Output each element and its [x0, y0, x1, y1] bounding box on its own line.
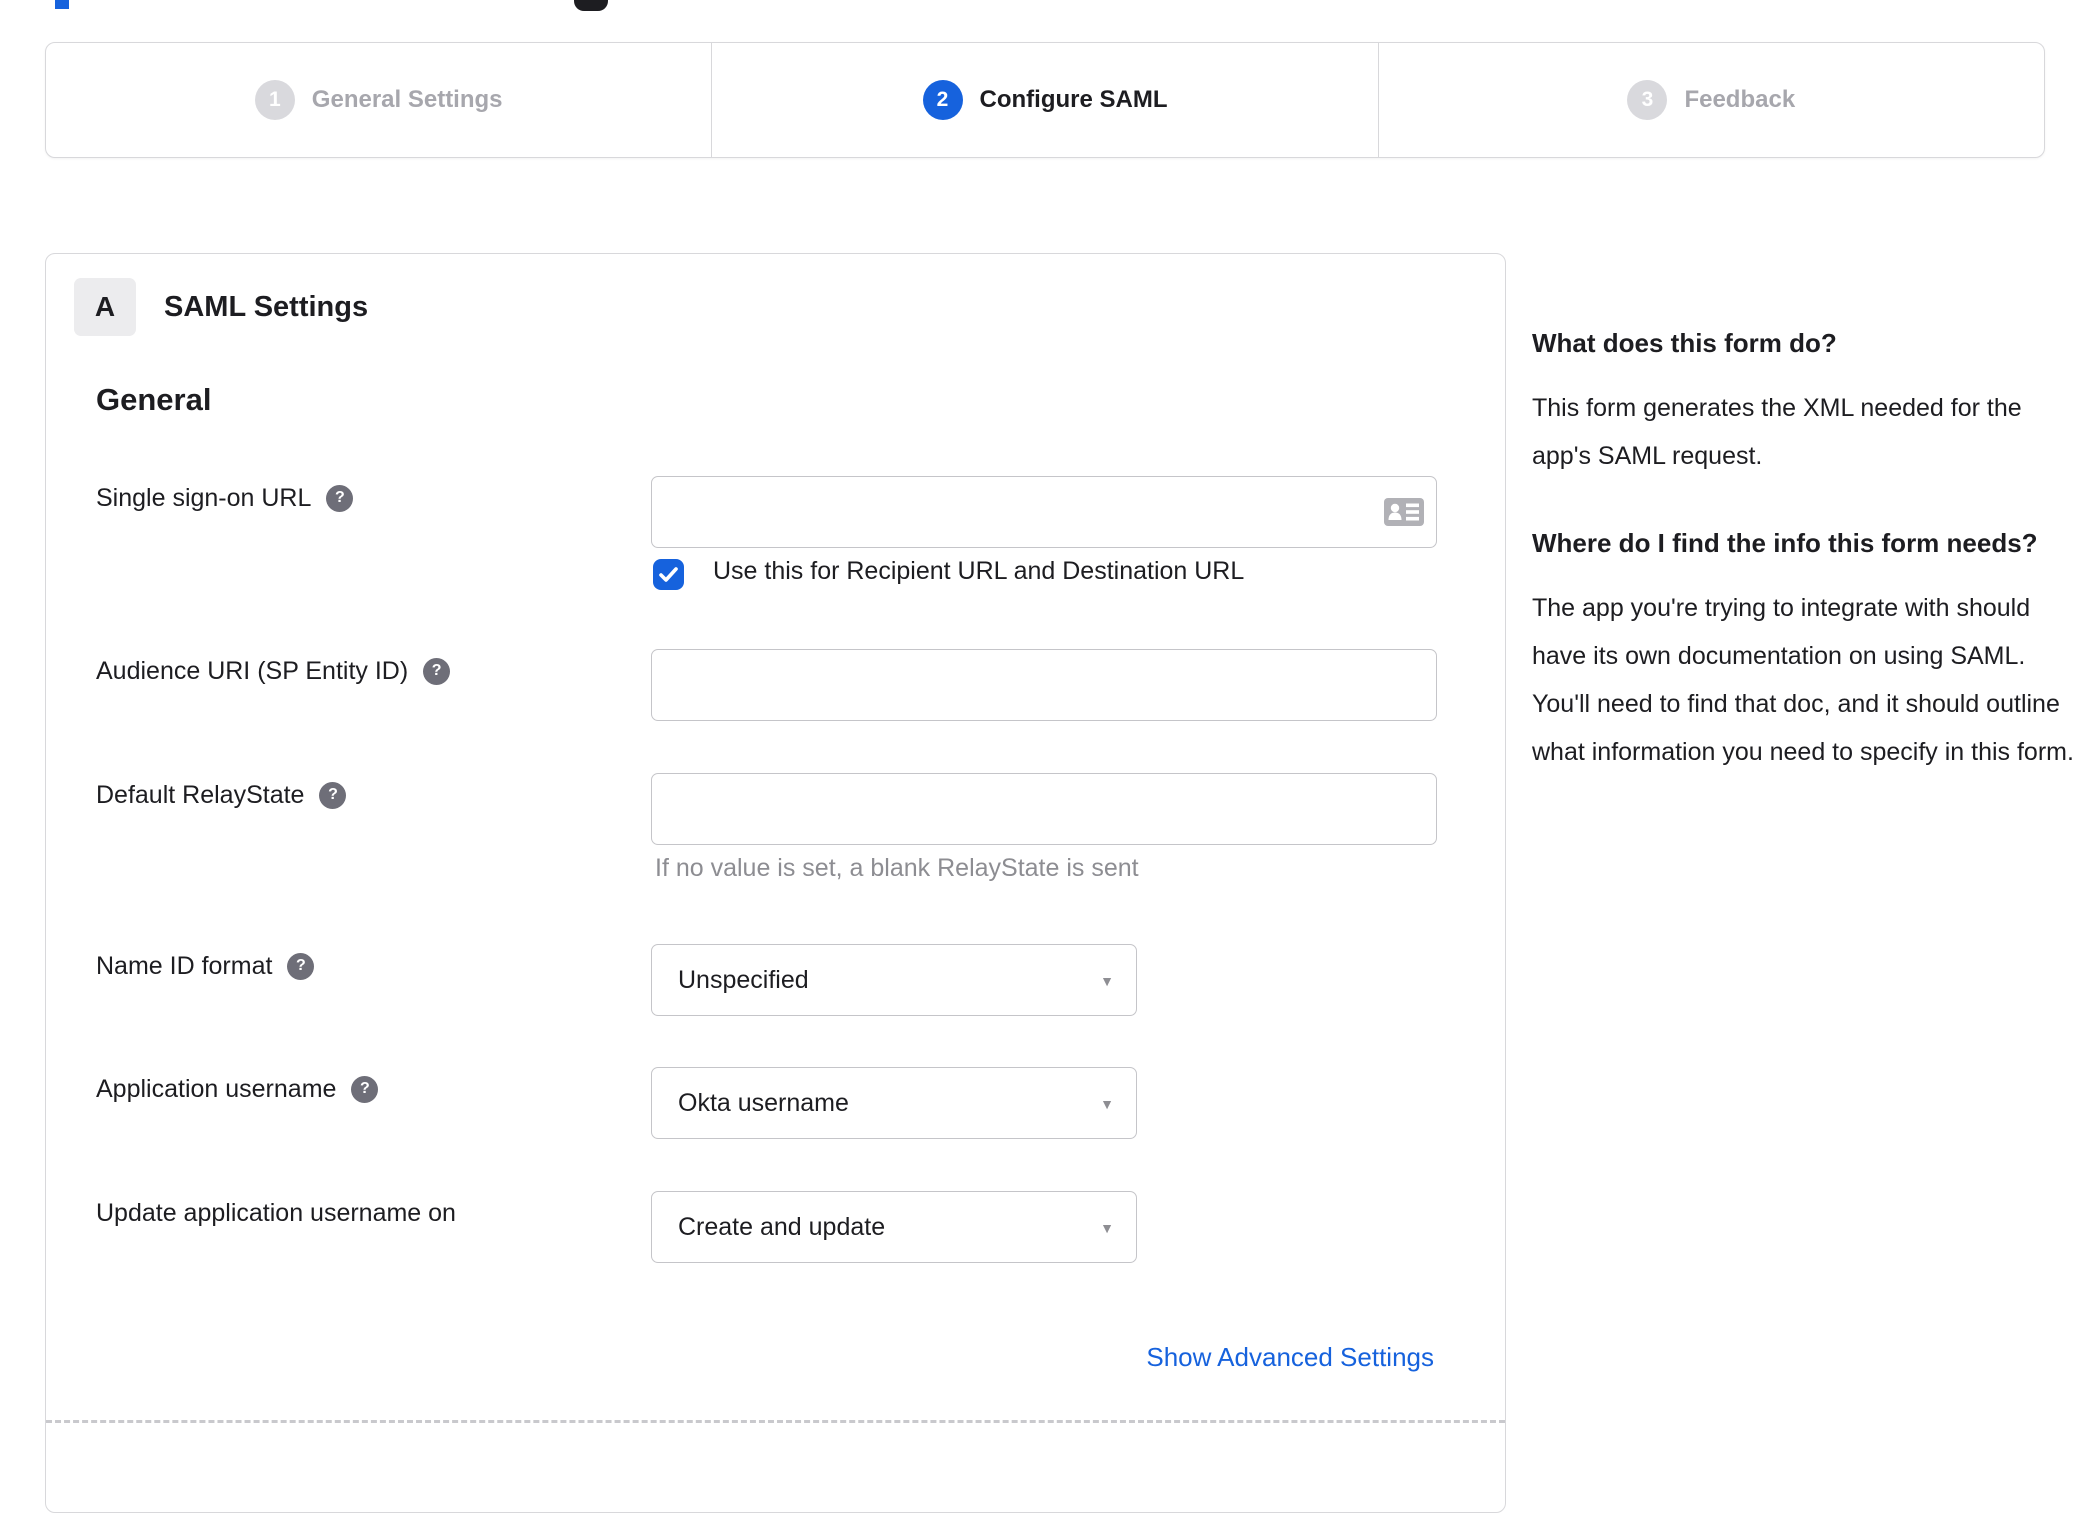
- checkmark-icon: [659, 567, 678, 582]
- chevron-down-icon: ▼: [1100, 973, 1114, 989]
- relaystate-label-row: Default RelayState ?: [96, 777, 347, 813]
- section-divider: [46, 1420, 1505, 1423]
- step-2-number: 2: [922, 80, 963, 120]
- help-icon[interactable]: ?: [423, 657, 451, 685]
- help-icon[interactable]: ?: [326, 484, 354, 512]
- help-heading-1: What does this form do?: [1532, 328, 1837, 358]
- name-id-format-value: Unspecified: [678, 965, 809, 994]
- update-username-value: Create and update: [678, 1212, 886, 1241]
- help-sidebar: What does this form do? This form genera…: [1532, 320, 2084, 776]
- use-for-recipient-label: Use this for Recipient URL and Destinati…: [713, 557, 1245, 585]
- audience-uri-label-row: Audience URI (SP Entity ID) ?: [96, 653, 451, 689]
- name-id-format-label: Name ID format: [96, 951, 273, 980]
- step-general-settings[interactable]: 1 General Settings: [46, 43, 711, 157]
- chevron-down-icon: ▼: [1100, 1220, 1114, 1236]
- update-username-label-row: Update application username on: [96, 1195, 456, 1231]
- relaystate-helper-text: If no value is set, a blank RelayState i…: [655, 854, 1139, 882]
- step-configure-saml[interactable]: 2 Configure SAML: [711, 43, 1377, 157]
- saml-settings-panel: A SAML Settings General Single sign-on U…: [45, 253, 1506, 1513]
- help-heading-2: Where do I find the info this form needs…: [1532, 528, 2038, 558]
- help-icon[interactable]: ?: [351, 1075, 379, 1103]
- show-advanced-settings-link[interactable]: Show Advanced Settings: [1146, 1342, 1434, 1373]
- sso-url-input[interactable]: [651, 476, 1437, 548]
- help-body-1: This form generates the XML needed for t…: [1532, 394, 2022, 470]
- app-username-select[interactable]: Okta username ▼: [651, 1067, 1137, 1139]
- relaystate-label: Default RelayState: [96, 780, 305, 809]
- app-username-label-row: Application username ?: [96, 1071, 379, 1107]
- wizard-stepper: 1 General Settings 2 Configure SAML 3 Fe…: [45, 42, 2045, 158]
- step-2-label: Configure SAML: [979, 86, 1168, 113]
- help-icon[interactable]: ?: [287, 952, 315, 980]
- help-body-2: The app you're trying to integrate with …: [1532, 594, 2074, 766]
- step-1-number: 1: [254, 80, 295, 120]
- section-title: SAML Settings: [164, 290, 369, 323]
- step-feedback[interactable]: 3 Feedback: [1377, 43, 2044, 157]
- cropped-logo-fragment: [55, 0, 69, 9]
- step-1-label: General Settings: [311, 86, 503, 113]
- step-3-number: 3: [1627, 80, 1668, 120]
- chevron-down-icon: ▼: [1100, 1096, 1114, 1112]
- app-username-value: Okta username: [678, 1088, 849, 1117]
- help-icon[interactable]: ?: [319, 781, 347, 809]
- use-for-recipient-checkbox[interactable]: [653, 559, 684, 590]
- relaystate-input[interactable]: [651, 773, 1437, 845]
- cropped-icon-fragment: [574, 0, 608, 11]
- app-username-label: Application username: [96, 1074, 337, 1103]
- update-username-label: Update application username on: [96, 1198, 456, 1227]
- step-3-label: Feedback: [1684, 86, 1796, 113]
- contact-card-icon: [1384, 498, 1424, 526]
- sso-url-label: Single sign-on URL: [96, 483, 312, 512]
- sso-url-label-row: Single sign-on URL ?: [96, 480, 354, 516]
- update-username-select[interactable]: Create and update ▼: [651, 1191, 1137, 1263]
- audience-uri-label: Audience URI (SP Entity ID): [96, 656, 409, 685]
- section-badge: A: [74, 278, 136, 336]
- audience-uri-input[interactable]: [651, 649, 1437, 721]
- name-id-format-select[interactable]: Unspecified ▼: [651, 944, 1137, 1016]
- general-group-heading: General: [96, 382, 212, 417]
- name-id-format-label-row: Name ID format ?: [96, 948, 315, 984]
